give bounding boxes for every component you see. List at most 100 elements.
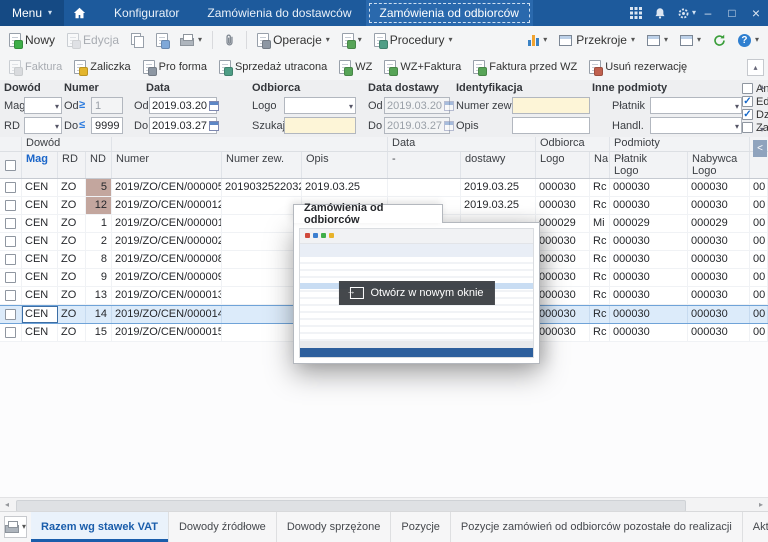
bottom-tab[interactable]: Dowody źródłowe: [169, 512, 277, 542]
col-numer[interactable]: Numer: [112, 152, 222, 178]
zaliczka-button[interactable]: Zaliczka: [69, 58, 135, 76]
numer-do-input[interactable]: [91, 117, 123, 134]
przekroje-label: Przekroje: [576, 33, 627, 47]
row-checkbox[interactable]: [5, 309, 16, 320]
copy-button[interactable]: [126, 30, 149, 50]
filter-scroll-down-icon[interactable]: ▾: [757, 125, 767, 135]
chevron-down-icon: ▾: [696, 35, 701, 44]
sprzedaz-utracona-button[interactable]: Sprzedaż utracona: [214, 58, 332, 76]
odbiorca-logo-select[interactable]: [284, 97, 356, 114]
cell-sel: [0, 287, 22, 304]
cell-extra: 00: [750, 287, 768, 304]
titlebar-tab[interactable]: Zamówienia do dostawców: [193, 0, 365, 26]
preview-tab[interactable]: Zamówienia od odbiorców: [293, 202, 443, 226]
handl-label: Handl.: [612, 120, 644, 132]
titlebar-tab[interactable]: Zamówienia od odbiorców: [365, 0, 533, 26]
row-checkbox[interactable]: [5, 218, 16, 229]
layout-button[interactable]: ▾: [642, 32, 673, 49]
refresh-button[interactable]: [708, 31, 731, 50]
calendar-icon[interactable]: [209, 120, 220, 131]
new-button[interactable]: Nowy: [4, 30, 60, 50]
scroll-right-icon[interactable]: ▸: [754, 498, 768, 511]
bottom-print-button[interactable]: ▾: [4, 516, 28, 538]
bottom-tab[interactable]: Pozycje: [391, 512, 451, 542]
col-nabywca-logo[interactable]: Nabywca Logo: [688, 152, 750, 178]
collapse-panel-button[interactable]: <: [753, 140, 767, 157]
col-platnik-logo[interactable]: Płatnik Logo: [610, 152, 688, 178]
wz-faktura-button[interactable]: WZ+Faktura: [379, 58, 466, 76]
help-button[interactable]: ? ▾: [733, 31, 764, 50]
row-checkbox[interactable]: [5, 200, 16, 211]
calendar-icon[interactable]: [209, 100, 220, 111]
apps-grid-button[interactable]: [624, 0, 648, 26]
bottom-tab[interactable]: Pozycje zamówień od odbiorców pozostałe …: [451, 512, 743, 542]
row-checkbox[interactable]: [5, 236, 16, 247]
mag-select[interactable]: [24, 97, 62, 114]
col-numer-zew[interactable]: Numer zew.: [222, 152, 302, 178]
dostawy-od-label: Od: [368, 100, 383, 112]
collapse-filter-button[interactable]: ▴: [747, 58, 764, 76]
numer-od-input[interactable]: [91, 97, 123, 114]
col-nd[interactable]: ND: [86, 152, 112, 178]
horizontal-scrollbar[interactable]: ◂ ▸: [0, 497, 768, 512]
maximize-button[interactable]: □: [720, 0, 744, 26]
home-button[interactable]: [64, 0, 94, 26]
proforma-button[interactable]: Pro forma: [138, 58, 212, 76]
views-grid-icon: [559, 34, 573, 46]
przekroje-button[interactable]: Przekroje ▾: [554, 30, 640, 50]
notifications-button[interactable]: [648, 0, 672, 26]
cell-sel: [0, 251, 22, 268]
data-do-input[interactable]: 2019.03.27: [149, 117, 220, 134]
wz-button[interactable]: WZ: [334, 58, 377, 76]
usun-rezerwacje-button[interactable]: Usuń rezerwację: [584, 58, 692, 76]
select-all-checkbox[interactable]: [5, 160, 16, 171]
chevron-down-icon: ▾: [663, 35, 668, 44]
col-opis[interactable]: Opis: [302, 152, 388, 178]
attachments-button[interactable]: [218, 30, 241, 50]
bottom-tab[interactable]: Dowody sprzężone: [277, 512, 392, 542]
row-checkbox[interactable]: [5, 254, 16, 265]
opis-input[interactable]: [512, 117, 590, 134]
copy-icon: [131, 33, 145, 48]
actions-button[interactable]: ▾: [337, 30, 367, 50]
analysis-button[interactable]: ▾: [523, 31, 552, 49]
filter-checkbox-edy[interactable]: Edy: [742, 95, 768, 108]
rd-select[interactable]: [24, 117, 62, 134]
col-data[interactable]: -: [388, 152, 461, 178]
calendar-icon: [444, 120, 455, 131]
handl-select[interactable]: [650, 117, 742, 134]
close-button[interactable]: ×: [744, 0, 768, 26]
operations-button[interactable]: Operacje ▾: [252, 30, 335, 50]
filter-checkbox-dzi[interactable]: Dzi: [742, 108, 768, 121]
scroll-left-icon[interactable]: ◂: [0, 498, 14, 511]
bottom-tab[interactable]: Razem wg stawek VAT: [31, 512, 169, 542]
cell-sel: [0, 324, 22, 341]
duplicate-button[interactable]: [151, 30, 173, 50]
col-rd[interactable]: RD: [58, 152, 86, 178]
forms-button[interactable]: ▾: [675, 32, 706, 49]
print-button[interactable]: ▾: [175, 31, 207, 49]
platnik-select[interactable]: [650, 97, 742, 114]
minimize-button[interactable]: –: [696, 0, 720, 26]
col-logo[interactable]: Logo: [536, 152, 590, 178]
row-checkbox[interactable]: [5, 272, 16, 283]
col-dostawy[interactable]: dostawy: [461, 152, 536, 178]
bottom-tab[interactable]: Aktualna realizacja: [743, 512, 768, 542]
actions-icon: [341, 33, 356, 49]
col-nazwa[interactable]: Na:: [590, 152, 610, 178]
dostawy-do-value: 2019.03.27: [387, 119, 443, 132]
table-row[interactable]: CENZO52019/ZO/CEN/0000052019032522032120…: [0, 179, 768, 197]
row-checkbox[interactable]: [5, 327, 16, 338]
row-checkbox[interactable]: [5, 182, 16, 193]
procedures-button[interactable]: Procedury ▾: [369, 30, 458, 50]
menu-button[interactable]: Menu ▾: [0, 0, 65, 26]
col-mag[interactable]: Mag: [22, 152, 58, 178]
faktura-przed-wz-button[interactable]: Faktura przed WZ: [468, 58, 582, 76]
titlebar-tab[interactable]: Konfigurator: [100, 0, 193, 26]
open-in-new-window-button[interactable]: → Otwórz w nowym oknie: [338, 281, 495, 305]
row-checkbox[interactable]: [5, 290, 16, 301]
data-od-input[interactable]: 2019.03.20: [149, 97, 220, 114]
szukaj-input[interactable]: [284, 117, 356, 134]
filter-scroll-up-icon[interactable]: ▴: [757, 82, 767, 92]
numer-zew-input[interactable]: [512, 97, 590, 114]
